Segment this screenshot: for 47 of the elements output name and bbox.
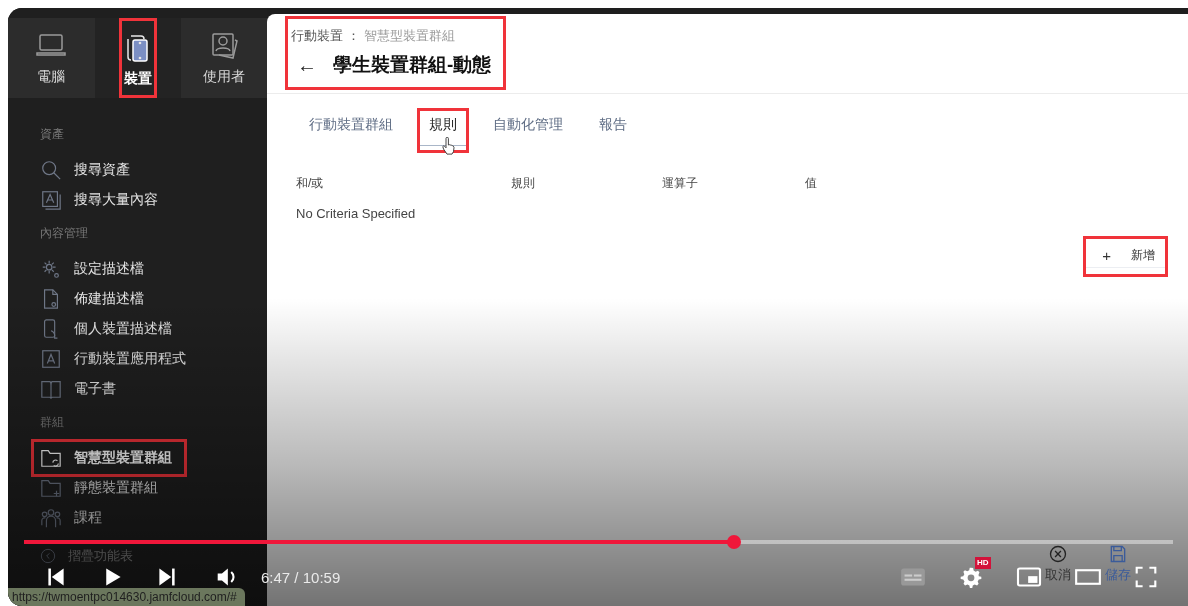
column-header: 和/或 xyxy=(296,175,325,192)
app-icon xyxy=(40,348,62,370)
status-url: https://twmoentpc014630.jamfcloud.com/# xyxy=(8,588,245,606)
sidebar-item[interactable]: 設定描述檔 xyxy=(31,254,153,284)
close-circle-icon xyxy=(1048,544,1068,564)
gear-icon xyxy=(40,258,62,280)
folder-sync-icon xyxy=(40,447,62,469)
collapse-icon xyxy=(40,548,56,564)
breadcrumb-link[interactable]: 行動裝置 ： xyxy=(291,25,360,47)
section-heading: 資產 xyxy=(40,126,64,143)
folder-plus-icon xyxy=(40,477,62,499)
settings-icon[interactable] xyxy=(958,566,984,588)
breadcrumb-current: 智慧型裝置群組 xyxy=(363,27,455,45)
sidebar-item[interactable]: 智慧型裝置群組 xyxy=(31,439,187,477)
column-header: 規則 xyxy=(511,175,536,192)
sidebar-item[interactable]: 搜尋資產 xyxy=(31,155,139,185)
sidebar-tab[interactable]: 電腦 xyxy=(8,18,95,98)
add-button[interactable]: + 新增 xyxy=(1083,236,1168,277)
page-title: 學生裝置群組-動態 xyxy=(333,53,492,77)
section-heading: 內容管理 xyxy=(40,225,88,242)
people-icon xyxy=(40,507,62,529)
column-header: 運算子 xyxy=(662,175,699,192)
tab[interactable]: 行動裝置群組 xyxy=(297,108,405,153)
fullscreen-icon[interactable] xyxy=(1133,566,1159,588)
sidebar-item[interactable]: 行動裝置應用程式 xyxy=(31,344,195,374)
theater-mode-icon[interactable] xyxy=(1072,566,1104,588)
tab[interactable]: 規則 xyxy=(417,108,469,153)
miniplayer-icon[interactable] xyxy=(1014,566,1044,588)
sidebar-tab[interactable]: 使用者 xyxy=(180,18,267,98)
back-button[interactable]: ← xyxy=(297,53,317,77)
hd-badge: HD xyxy=(975,557,991,569)
tab[interactable]: 報告 xyxy=(587,108,639,153)
book-icon xyxy=(40,378,62,400)
tab[interactable]: 自動化管理 xyxy=(481,108,575,153)
sidebar-item[interactable]: 個人裝置描述檔 xyxy=(31,314,181,344)
sidebar-item[interactable]: 搜尋大量內容 xyxy=(31,185,167,215)
sidebar-item[interactable]: 佈建描述檔 xyxy=(31,284,153,314)
stacked-app-icon xyxy=(40,189,62,211)
empty-message: No Criteria Specified xyxy=(296,206,417,221)
search-icon xyxy=(40,159,62,181)
previous-icon[interactable] xyxy=(45,566,67,588)
sidebar-item[interactable]: 課程 xyxy=(31,503,111,533)
hand-cursor-icon xyxy=(442,137,456,155)
column-header: 值 xyxy=(805,175,818,192)
sidebar-item[interactable]: 電子書 xyxy=(31,374,125,404)
section-heading: 群組 xyxy=(40,414,64,431)
next-icon[interactable] xyxy=(156,566,178,588)
